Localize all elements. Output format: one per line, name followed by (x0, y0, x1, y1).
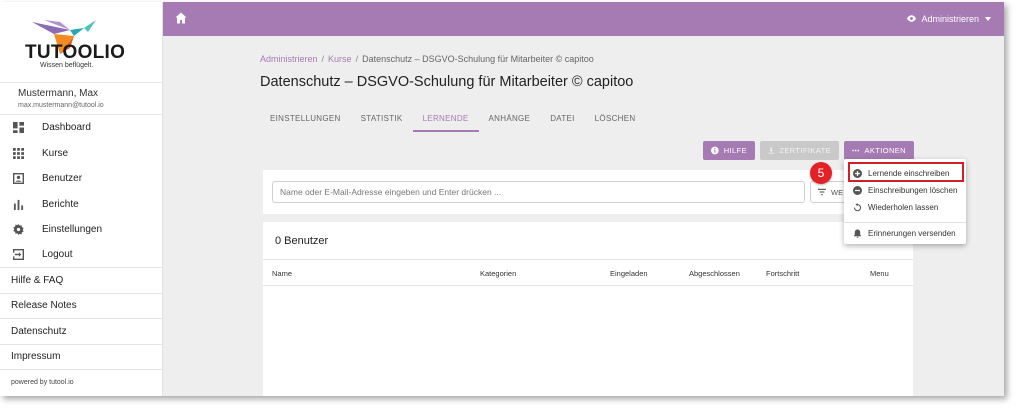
filter-icon (818, 188, 826, 196)
info-icon (711, 146, 719, 155)
sidebar-item-label: Benutzer (42, 173, 83, 185)
user-name: Mustermann, Max (18, 88, 99, 99)
sidebar: TUTOOLIO Wissen beflügelt. Mustermann, M… (0, 2, 163, 396)
sidebar-item-benutzer[interactable]: Benutzer (0, 166, 163, 192)
page-title: Datenschutz – DSGVO-Schulung für Mitarbe… (260, 74, 634, 90)
course-tabs: EINSTELLUNGEN STATISTIK LERNENDE ANHÄNGE… (260, 114, 645, 132)
powered-by: powered by tutool.io (11, 379, 74, 386)
sidebar-link-imprint[interactable]: Impressum (0, 345, 163, 370)
sidebar-item-berichte[interactable]: Berichte (0, 192, 163, 218)
tab-loeschen[interactable]: LÖSCHEN (585, 114, 646, 132)
sidebar-item-label: Berichte (42, 198, 79, 210)
step-badge: 5 (810, 162, 832, 184)
top-bar: Administrieren (163, 2, 1004, 36)
actions-button[interactable]: AKTIONEN (844, 141, 914, 160)
actions-button-label: AKTIONEN (864, 146, 906, 155)
sidebar-item-kurse[interactable]: Kurse (0, 141, 163, 167)
logout-icon (11, 248, 25, 262)
tab-einstellungen[interactable]: EINSTELLUNGEN (260, 114, 351, 132)
sidebar-nav: Dashboard Kurse Benutzer Berichte Einste… (0, 115, 163, 370)
menu-divider (844, 222, 966, 223)
sidebar-item-label: Kurse (42, 147, 69, 159)
download-icon (768, 147, 774, 154)
menu-item-allow-repeat[interactable]: Wiederholen lassen (844, 199, 966, 216)
breadcrumb-link-courses[interactable]: Kurse (328, 54, 352, 64)
tab-statistik[interactable]: STATISTIK (351, 114, 413, 132)
gear-icon (11, 223, 25, 237)
column-header-completed[interactable]: Abgeschlossen (689, 269, 740, 278)
tab-anhaenge[interactable]: ANHÄNGE (479, 114, 541, 132)
sidebar-item-einstellungen[interactable]: Einstellungen (0, 217, 163, 243)
more-horizontal-icon (852, 149, 860, 152)
brand-name: TUTOOLIO (25, 42, 126, 63)
brand-tagline: Wissen beflügelt. (40, 62, 94, 69)
help-button-label: HILFE (723, 146, 747, 155)
sidebar-item-label: Einstellungen (42, 224, 103, 236)
column-header-categories[interactable]: Kategorien (480, 269, 516, 278)
menu-item-label: Erinnerungen versenden (868, 229, 956, 238)
dashboard-icon (11, 121, 25, 135)
column-header-invited[interactable]: Eingeladen (610, 269, 648, 278)
menu-item-send-reminders[interactable]: Erinnerungen versenden (844, 225, 966, 242)
users-table-header: Name Kategorien Eingeladen Abgeschlossen… (263, 259, 913, 286)
users-card: 0 Benutzer Name Kategorien Eingeladen Ab… (263, 222, 913, 396)
refresh-icon (853, 203, 862, 212)
sidebar-item-label: Dashboard (42, 122, 91, 134)
sidebar-link-release-notes[interactable]: Release Notes (0, 294, 163, 319)
app-window: TUTOOLIO Wissen beflügelt. Mustermann, M… (0, 2, 1004, 396)
menu-item-delete-enrollments[interactable]: Einschreibungen löschen (844, 182, 966, 199)
breadcrumb-link-admin[interactable]: Administrieren (260, 54, 318, 64)
filter-button-label: WE (831, 187, 844, 197)
chevron-down-icon (985, 16, 991, 21)
user-email: max.mustermann@tutool.io (18, 102, 104, 109)
tab-datei[interactable]: DATEI (540, 114, 584, 132)
tab-lernende[interactable]: LERNENDE (412, 114, 479, 132)
bell-icon (853, 229, 862, 238)
search-input[interactable] (272, 181, 805, 203)
bar-chart-icon (11, 197, 25, 211)
menu-item-label: Einschreibungen löschen (868, 186, 958, 195)
menu-item-label: Wiederholen lassen (868, 203, 939, 212)
column-header-name[interactable]: Name (272, 269, 292, 278)
user-icon (11, 172, 25, 186)
sidebar-link-privacy[interactable]: Datenschutz (0, 319, 163, 345)
home-icon[interactable] (175, 12, 187, 24)
certificates-button[interactable]: ZERTIFIKATE (760, 141, 839, 160)
eye-icon (907, 15, 917, 22)
sidebar-item-label: Logout (42, 249, 73, 261)
column-header-menu: Menu (870, 269, 889, 278)
users-count: 0 Benutzer (275, 235, 329, 247)
sidebar-item-dashboard[interactable]: Dashboard (0, 115, 163, 141)
sidebar-link-help[interactable]: Hilfe & FAQ (0, 268, 163, 294)
minus-circle-icon (853, 186, 862, 195)
column-header-progress[interactable]: Fortschritt (766, 269, 799, 278)
highlight-box (848, 162, 964, 182)
admin-menu[interactable]: Administrieren (906, 13, 991, 24)
certificates-button-label: ZERTIFIKATE (779, 146, 831, 155)
help-button[interactable]: HILFE (703, 141, 755, 160)
user-info: Mustermann, Max max.mustermann@tutool.io (0, 82, 163, 115)
breadcrumb: Administrieren / Kurse / Datenschutz – DSGVO… (260, 54, 594, 64)
sidebar-item-logout[interactable]: Logout (0, 243, 163, 268)
admin-menu-label: Administrieren (921, 13, 979, 24)
grid-icon (11, 146, 25, 160)
breadcrumb-current: Datenschutz – DSGVO-Schulung für Mitarbe… (362, 54, 594, 64)
